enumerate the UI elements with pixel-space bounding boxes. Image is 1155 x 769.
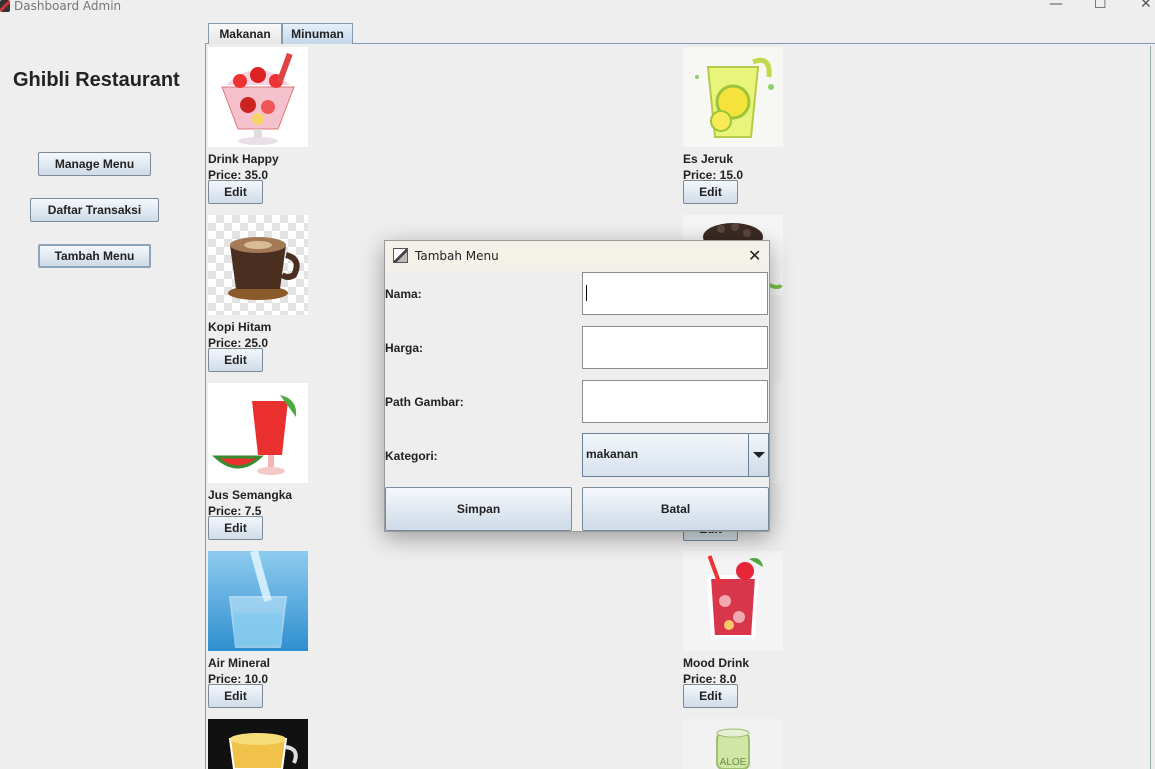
nama-input[interactable] [582, 272, 768, 315]
menu-item: Drink Happy Price: 35.0 Edit [208, 47, 348, 207]
harga-label: Harga: [385, 341, 424, 355]
app-icon [0, 0, 10, 12]
kategori-selected-value: makanan [586, 447, 639, 461]
close-icon[interactable]: ✕ [748, 246, 761, 265]
menu-item: Jus Semangka Price: 7.5 Edit [208, 383, 348, 543]
tambah-menu-button[interactable]: Tambah Menu [38, 244, 151, 268]
daftar-transaksi-button[interactable]: Daftar Transaksi [30, 198, 159, 222]
java-app-icon [393, 248, 408, 263]
parfait-image [208, 47, 308, 147]
item-name: Jus Semangka [208, 488, 293, 502]
watermelon-juice-image [208, 383, 308, 483]
minimize-icon[interactable]: — [1049, 0, 1063, 12]
menu-item: Kopi Hitam Price: 25.0 Edit [208, 215, 348, 375]
dialog-titlebar[interactable]: Tambah Menu ✕ [385, 241, 769, 271]
edit-button[interactable]: Edit [208, 180, 263, 204]
brand-title: Ghibli Restaurant [13, 69, 180, 91]
fruit-drink-image [683, 551, 783, 651]
batal-button[interactable]: Batal [582, 487, 769, 531]
tambah-menu-dialog: Tambah Menu ✕ Nama: Harga: Path Gambar: … [384, 240, 770, 532]
menu-item: Air Mineral Price: 10.0 Edit [208, 551, 348, 711]
window-title: Dashboard Admin [14, 0, 122, 13]
edit-button[interactable]: Edit [683, 684, 738, 708]
maximize-icon[interactable]: ☐ [1094, 0, 1107, 12]
item-name: Drink Happy [208, 152, 279, 166]
kategori-select[interactable]: makanan [582, 433, 769, 477]
edit-button[interactable]: Edit [208, 516, 263, 540]
nama-label: Nama: [385, 287, 422, 301]
item-name: Es Jeruk [683, 152, 734, 166]
menu-item: Es Jeruk Price: 15.0 Edit [683, 47, 823, 207]
edit-button[interactable]: Edit [683, 180, 738, 204]
path-gambar-label: Path Gambar: [385, 395, 464, 409]
item-name: Mood Drink [683, 656, 749, 670]
path-gambar-input[interactable] [582, 380, 768, 423]
svg-text:ALOE: ALOE [720, 757, 747, 768]
water-glass-image [208, 551, 308, 651]
tea-image [208, 719, 308, 769]
text-caret [586, 285, 587, 301]
harga-input[interactable] [582, 326, 768, 369]
simpan-button[interactable]: Simpan [385, 487, 572, 531]
tab-minuman[interactable]: Minuman [282, 23, 353, 44]
orange-juice-image [683, 47, 783, 147]
dropdown-arrow-icon[interactable] [748, 434, 768, 476]
kategori-label: Kategori: [385, 449, 438, 463]
item-name: Kopi Hitam [208, 320, 272, 334]
edit-button[interactable]: Edit [208, 684, 263, 708]
menu-item: Mood Drink Price: 8.0 Edit [683, 551, 823, 711]
edit-button[interactable]: Edit [208, 348, 263, 372]
scrollbar[interactable] [1150, 46, 1155, 769]
tab-makanan[interactable]: Makanan [208, 23, 282, 44]
manage-menu-button[interactable]: Manage Menu [38, 152, 151, 176]
item-name: Air Mineral [208, 656, 271, 670]
dialog-title: Tambah Menu [415, 249, 499, 263]
window-titlebar: Dashboard Admin — ☐ ✕ [0, 0, 1155, 14]
close-icon[interactable]: ✕ [1140, 0, 1152, 12]
aloe-can-image: ALOE [683, 719, 783, 769]
coffee-cup-image [208, 215, 308, 315]
